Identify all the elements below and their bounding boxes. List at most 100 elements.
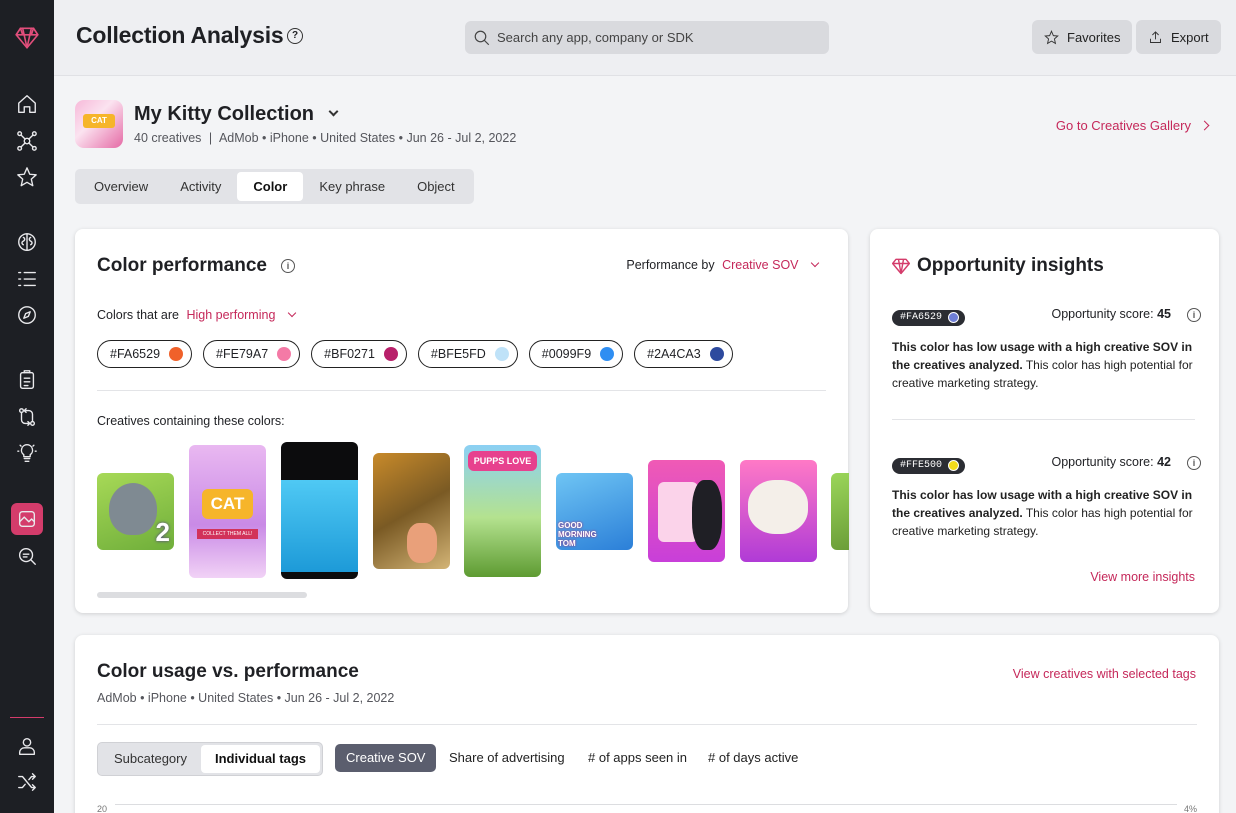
creative-thumbnail[interactable] bbox=[373, 453, 450, 569]
color-swatch bbox=[494, 347, 509, 361]
performance-by-label: Performance by bbox=[626, 258, 715, 272]
tab-object[interactable]: Object bbox=[401, 172, 471, 201]
chevron-down-icon bbox=[287, 308, 297, 318]
favorites-button[interactable]: Favorites bbox=[1032, 20, 1133, 54]
thumbnail-text: 2 bbox=[155, 517, 170, 547]
divider bbox=[892, 419, 1195, 420]
clipboard-icon[interactable] bbox=[11, 364, 43, 396]
color-usage-title: Color usage vs. performance bbox=[97, 661, 359, 682]
top-header: Collection Analysis ? Favorites Export bbox=[54, 0, 1236, 76]
color-swatch bbox=[948, 312, 960, 323]
creative-thumbnail[interactable]: CAT COLLECT THEM ALL! bbox=[189, 445, 266, 578]
compare-icon[interactable] bbox=[11, 401, 43, 433]
hand-art bbox=[407, 523, 437, 563]
metric-apps-seen-in[interactable]: # of apps seen in bbox=[588, 744, 687, 772]
shuffle-icon[interactable] bbox=[11, 766, 43, 798]
collection-meta: 40 creatives | AdMob • iPhone • United S… bbox=[134, 131, 517, 145]
insights-title: Opportunity insights bbox=[917, 255, 1104, 276]
view-creatives-link[interactable]: View creatives with selected tags bbox=[1013, 667, 1196, 681]
color-chip[interactable]: #0099F9 bbox=[528, 340, 624, 368]
insight-description: This color has low usage with a high cre… bbox=[892, 486, 1202, 540]
color-chip[interactable]: #2A4CA3 bbox=[634, 340, 733, 368]
game-scene-art bbox=[281, 480, 358, 572]
color-chip[interactable]: #FE79A7 bbox=[203, 340, 301, 368]
color-chip-label: #FA6529 bbox=[110, 347, 161, 361]
help-icon[interactable]: ? bbox=[287, 28, 303, 44]
creative-thumbnail[interactable] bbox=[281, 442, 358, 579]
go-to-gallery-link[interactable]: Go to Creatives Gallery bbox=[1055, 118, 1210, 133]
tab-key-phrase[interactable]: Key phrase bbox=[303, 172, 401, 201]
color-swatch bbox=[600, 347, 615, 361]
insight-hex: #FFE500 bbox=[900, 460, 943, 471]
tab-color[interactable]: Color bbox=[237, 172, 304, 201]
gallery-icon[interactable] bbox=[11, 503, 43, 535]
creative-thumbnail[interactable] bbox=[740, 460, 817, 562]
score-value: 42 bbox=[1157, 455, 1171, 469]
gallery-link-label: Go to Creatives Gallery bbox=[1055, 118, 1191, 133]
search-bar[interactable] bbox=[465, 21, 829, 54]
info-icon[interactable]: i bbox=[281, 259, 295, 273]
brain-icon[interactable] bbox=[11, 226, 43, 258]
collection-filters: AdMob • iPhone • United States • Jun 26 … bbox=[218, 131, 517, 145]
logo-gem-icon[interactable] bbox=[11, 22, 43, 54]
y-axis-left-tick: 20 bbox=[97, 804, 108, 813]
export-button[interactable]: Export bbox=[1136, 20, 1221, 54]
creatives-carousel: 2 CAT COLLECT THEM ALL! PUPPS LOVE GOOD … bbox=[97, 442, 849, 582]
chevron-down-icon bbox=[810, 258, 820, 268]
color-performance-title: Color performance bbox=[97, 255, 267, 276]
creative-thumbnail[interactable]: GOOD MORNING TOM bbox=[556, 473, 633, 550]
creative-thumbnail[interactable]: 2 bbox=[97, 473, 174, 550]
cat-art bbox=[692, 480, 722, 550]
metric-days-active[interactable]: # of days active bbox=[708, 744, 798, 772]
thumbnail-text: PUPPS LOVE bbox=[468, 451, 537, 471]
color-chip-label: #BFE5FD bbox=[430, 347, 486, 361]
color-chip[interactable]: #BF0271 bbox=[311, 340, 407, 368]
metric-share-of-advertising[interactable]: Share of advertising bbox=[449, 744, 565, 772]
view-more-insights-link[interactable]: View more insights bbox=[1090, 570, 1195, 584]
grouping-toggle: Subcategory Individual tags bbox=[97, 742, 324, 776]
performance-by-dropdown[interactable]: Performance by Creative SOV bbox=[626, 258, 820, 272]
chevron-down-icon bbox=[328, 106, 339, 117]
segment-individual-tags[interactable]: Individual tags bbox=[201, 745, 321, 773]
metric-creative-sov[interactable]: Creative SOV bbox=[335, 744, 437, 772]
creative-thumbnail[interactable] bbox=[831, 473, 849, 550]
star-icon[interactable] bbox=[11, 161, 43, 193]
app-icon-text: CAT bbox=[83, 114, 115, 128]
bulb-icon[interactable] bbox=[11, 437, 43, 469]
export-label: Export bbox=[1171, 29, 1209, 45]
score-label: Opportunity score: bbox=[1051, 307, 1154, 321]
color-swatch bbox=[709, 347, 724, 361]
home-icon[interactable] bbox=[11, 88, 43, 120]
chart-gridline bbox=[115, 804, 1177, 805]
insight-color-tag: #FA6529 bbox=[892, 306, 966, 326]
score-label: Opportunity score: bbox=[1051, 455, 1154, 469]
tab-overview[interactable]: Overview bbox=[78, 172, 164, 201]
opportunity-insights-card: Opportunity insights #FA6529 Opportunity… bbox=[870, 229, 1219, 613]
score-value: 45 bbox=[1157, 307, 1171, 321]
creative-thumbnail[interactable] bbox=[648, 460, 725, 562]
search-list-icon[interactable] bbox=[11, 540, 43, 572]
creatives-count: 40 creatives bbox=[134, 131, 202, 145]
info-icon[interactable]: i bbox=[1187, 308, 1201, 322]
color-chip[interactable]: #FA6529 bbox=[97, 340, 193, 368]
color-swatch bbox=[277, 347, 292, 361]
creative-thumbnail[interactable]: PUPPS LOVE bbox=[464, 445, 541, 577]
color-swatch bbox=[169, 347, 184, 361]
compass-icon[interactable] bbox=[11, 299, 43, 331]
user-icon[interactable] bbox=[11, 730, 43, 762]
divider bbox=[97, 390, 826, 391]
info-icon[interactable]: i bbox=[1187, 456, 1201, 470]
list-icon[interactable] bbox=[11, 263, 43, 295]
puppy-art bbox=[748, 480, 808, 534]
star-icon bbox=[1044, 29, 1059, 44]
segment-subcategory[interactable]: Subcategory bbox=[100, 745, 201, 773]
collection-title-dropdown[interactable]: My Kitty Collection bbox=[134, 103, 339, 126]
colors-filter-dropdown[interactable]: Colors that are High performing bbox=[97, 308, 297, 322]
color-chip[interactable]: #BFE5FD bbox=[417, 340, 518, 368]
network-icon[interactable] bbox=[11, 125, 43, 157]
search-icon bbox=[474, 30, 490, 46]
tab-activity[interactable]: Activity bbox=[164, 172, 237, 201]
collection-app-icon: CAT bbox=[75, 100, 123, 148]
search-input[interactable] bbox=[497, 21, 817, 54]
carousel-scrollbar[interactable] bbox=[97, 592, 307, 598]
